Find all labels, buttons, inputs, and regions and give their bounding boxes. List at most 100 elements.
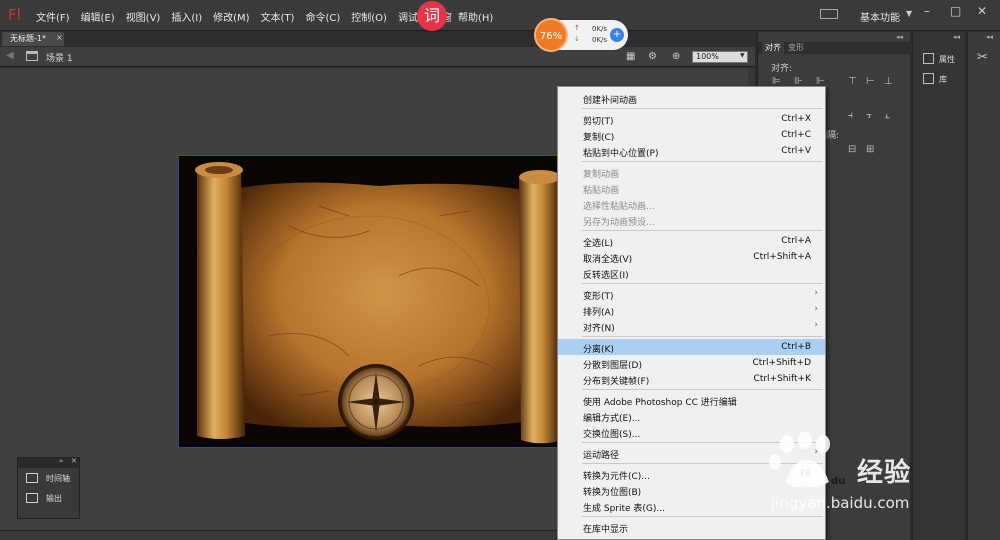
context-menu-item[interactable]: 对齐(N) › [558,318,825,334]
distribute-left-icon[interactable]: ⫞ [848,110,853,121]
panel-header[interactable]: » ✕ [18,457,79,468]
context-menu-item[interactable]: 剪切(T) Ctrl+X [558,111,825,127]
context-menu-item[interactable]: 变形(T) › [558,286,825,302]
menu-item-label: 分离(K) [583,345,614,355]
menu-item-label: 转换为位图(B) [583,488,642,498]
output-icon [26,493,38,503]
menu-item-label: 排列(A) [583,308,615,318]
context-menu-item[interactable]: 复制动画 [558,164,825,180]
align-section-label: 对齐: [771,64,793,74]
context-menu-item[interactable]: 粘贴到中心位置(P) Ctrl+V [558,143,825,159]
menu-item[interactable]: 插入(I) [171,9,202,24]
back-arrow-icon[interactable]: ◀ [6,50,14,61]
context-menu-item[interactable]: 使用 Adobe Photoshop CC 进行编辑 [558,392,825,408]
timeline-output-panel: » ✕ 时间轴 输出 [17,457,80,519]
context-menu-item[interactable]: 创建补间动画 [558,90,825,106]
align-top-icon[interactable]: ⊤ [848,76,857,87]
output-panel-item[interactable]: 输出 [18,488,79,508]
library-icon [923,73,934,84]
menu-item-label: 在库中显示 [583,525,629,535]
menu-item-label: 另存为动画预设... [583,218,655,228]
network-speed-widget[interactable]: 76% ↑ 0K/s ↓ 0K/s + [534,18,628,52]
context-menu-item[interactable]: 全选(L) Ctrl+A [558,233,825,249]
align-vcenter-icon[interactable]: ⊢ [866,76,875,87]
menu-item-label: 取消全选(V) [583,255,633,265]
menu-item-shortcut: Ctrl+Shift+K [753,374,811,384]
menu-item-label: 粘贴到中心位置(P) [583,149,659,159]
space-horizontal-icon[interactable]: ⊟ [848,144,856,155]
edit-symbol-icon[interactable]: ⚙ [648,51,657,62]
context-menu-item[interactable]: 粘贴动画 [558,180,825,196]
menu-item-label: 剪切(T) [583,117,614,127]
workspace-layout-icon[interactable] [820,9,838,19]
collapse-arrows-icon[interactable]: ◂◂ [896,33,903,41]
menu-item[interactable]: 文件(F) [36,9,70,24]
context-menu-item[interactable]: 分布到关键帧(F) Ctrl+Shift+K [558,371,825,387]
close-button[interactable]: ✕ [977,4,987,18]
distribute-right-icon[interactable]: ⫠ [884,110,890,121]
submenu-arrow-icon: › [814,288,818,298]
distribute-center-icon[interactable]: ⫟ [866,110,872,121]
timeline-panel-item[interactable]: 时间轴 [18,468,79,488]
document-tab-bar: 无标题-1* × [0,32,755,46]
center-stage-icon[interactable]: ⊕ [672,51,680,62]
menu-item[interactable]: 视图(V) [126,9,161,24]
menu-item-label: 交换位图(S)... [583,430,641,440]
tools-scissors-icon[interactable]: ✂ [977,50,988,65]
menu-item-label: 转换为元件(C)... [583,472,650,482]
panel-close-icon[interactable]: ✕ [71,457,77,465]
panel-expand-icon[interactable]: » [59,457,63,465]
context-menu-item[interactable]: 编辑方式(E)... [558,408,825,424]
dictionary-badge-icon[interactable]: 词 [417,1,447,31]
stage-bitmap[interactable] [178,155,558,448]
menu-item[interactable]: 编辑(E) [81,9,115,24]
properties-panel-item[interactable]: 属性 [913,50,966,68]
library-panel-item[interactable]: 库 [913,70,966,88]
align-bottom-icon[interactable]: ⊥ [884,76,893,87]
menu-separator [582,108,823,109]
tab-transform[interactable]: 变形 [788,42,804,53]
context-menu-item[interactable]: 复制(C) Ctrl+C [558,127,825,143]
menu-item-label: 全选(L) [583,239,614,249]
speed-plus-icon[interactable]: + [610,28,624,42]
menu-item-label: 运动路径 [583,451,620,461]
document-tab[interactable]: 无标题-1* × [2,32,64,46]
menu-item[interactable]: 控制(O) [351,9,387,24]
space-vertical-icon[interactable]: ⊞ [866,144,874,155]
edit-scene-icon[interactable]: ▦ [626,51,635,62]
context-menu-item[interactable]: 分散到图层(D) Ctrl+Shift+D [558,355,825,371]
tab-close-icon[interactable]: × [56,33,63,42]
menu-item-shortcut: Ctrl+Shift+A [753,252,811,262]
menu-separator [582,336,823,337]
scene-label[interactable]: 场景 1 [46,51,73,64]
context-menu-item[interactable]: 排列(A) › [558,302,825,318]
watermark-brand: 经验 [857,458,912,488]
zoom-caret-icon[interactable]: ▼ [740,52,745,59]
maximize-button[interactable]: □ [950,4,961,18]
minimize-button[interactable]: – [924,4,930,18]
tab-align[interactable]: 对齐 [762,42,784,54]
collapse-arrows-icon[interactable]: ◂◂ [953,33,960,41]
workspace-caret-icon[interactable]: ▼ [906,9,912,18]
context-menu-item[interactable]: 选择性粘贴动画... [558,196,825,212]
memory-percent: 76% [534,18,568,52]
menu-item[interactable]: 文本(T) [261,9,295,24]
upload-arrow-icon: ↑ [574,24,580,32]
menu-separator [582,230,823,231]
context-menu-item[interactable]: 分离(K) Ctrl+B [558,339,825,355]
context-menu-item[interactable]: 取消全选(V) Ctrl+Shift+A [558,249,825,265]
context-menu-item[interactable]: 另存为动画预设... [558,212,825,228]
menu-item-label: 生成 Sprite 表(G)... [583,504,665,514]
collapse-arrows-icon[interactable]: ◂◂ [986,33,993,41]
menu-item[interactable]: 命令(C) [305,9,340,24]
menu-item-label: 复制动画 [583,170,620,180]
menu-item-label: 对齐(N) [583,324,615,334]
menu-separator [582,389,823,390]
workspace-switcher[interactable]: 基本功能 [860,9,900,24]
menu-item-label: 反转选区(I) [583,271,629,281]
menu-item[interactable]: 修改(M) [213,9,249,24]
menu-item-shortcut: Ctrl+V [781,146,811,156]
menu-help[interactable]: 帮助(H) [458,9,493,24]
menu-item-shortcut: Ctrl+A [781,236,811,246]
context-menu-item[interactable]: 反转选区(I) [558,265,825,281]
